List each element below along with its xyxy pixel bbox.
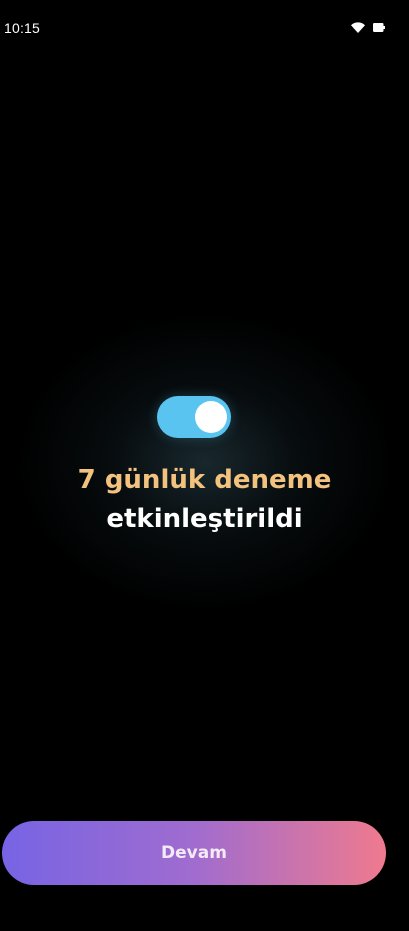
toggle-knob <box>195 401 227 433</box>
status-time: 10:15 <box>4 20 41 36</box>
trial-subtitle: etkinleştirildi <box>106 504 303 534</box>
trial-title: 7 günlük deneme <box>77 465 332 495</box>
continue-button-label: Devam <box>161 843 227 863</box>
status-bar: 10:15 <box>0 0 409 58</box>
background-glow <box>14 312 395 612</box>
wifi-icon <box>351 22 365 33</box>
trial-toggle[interactable] <box>157 396 231 438</box>
continue-button[interactable]: Devam <box>2 821 386 885</box>
battery-icon <box>373 23 385 32</box>
status-icons <box>351 22 385 33</box>
